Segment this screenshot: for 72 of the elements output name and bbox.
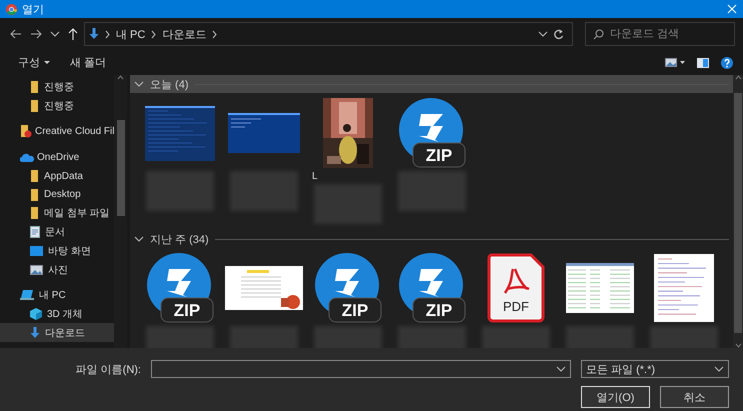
scroll-down-icon[interactable] xyxy=(734,343,742,348)
window-title: 열기 xyxy=(22,2,44,16)
view-options-icon[interactable] xyxy=(665,58,685,67)
cancel-button[interactable]: 취소 xyxy=(660,386,729,408)
back-arrow-icon[interactable] xyxy=(10,29,22,39)
file-name-field[interactable] xyxy=(151,360,571,378)
collapse-icon[interactable] xyxy=(134,236,144,242)
chevron-icon xyxy=(150,30,158,38)
open-button[interactable]: 열기(O) xyxy=(581,386,650,408)
cloud-icon xyxy=(20,152,34,162)
sidebar-item[interactable]: 3D 개체 xyxy=(0,304,114,324)
document-thumbnail xyxy=(654,254,714,322)
refresh-icon[interactable] xyxy=(553,28,564,40)
sidebar-item[interactable]: 메일 첨부 파일 xyxy=(0,204,114,223)
organize-menu[interactable]: 구성 xyxy=(18,55,50,70)
group-header[interactable]: 지난 주 (34) xyxy=(130,230,733,248)
sidebar-item[interactable]: 문서 xyxy=(0,222,114,242)
breadcrumb[interactable]: 다운로드 xyxy=(162,26,206,42)
scrollbar-thumb[interactable] xyxy=(734,92,742,332)
dropdown-icon[interactable] xyxy=(556,366,566,373)
folder-icon xyxy=(30,188,39,201)
folder-icon xyxy=(30,207,39,220)
scroll-up-icon[interactable] xyxy=(734,75,742,80)
sidebar-item[interactable]: Desktop xyxy=(0,185,114,204)
search-field[interactable]: 다운로드 검색 xyxy=(585,22,735,46)
scrollbar-thumb[interactable] xyxy=(116,120,124,216)
new-folder-button[interactable]: 새 폴더 xyxy=(70,55,106,70)
preview-pane-icon[interactable] xyxy=(697,58,709,68)
file-name-label: 파일 이름(N): xyxy=(76,362,141,376)
scroll-up-icon[interactable] xyxy=(117,75,124,80)
sidebar-item[interactable]: 진행중 xyxy=(0,96,114,116)
sidebar-item[interactable]: 내 PC xyxy=(0,286,114,305)
screenshot-thumbnail xyxy=(145,106,215,160)
file-name: L xyxy=(312,171,318,182)
pictures-icon xyxy=(30,264,43,275)
breadcrumb[interactable]: 내 PC xyxy=(116,26,146,42)
file-type-dropdown[interactable]: 모든 파일 (*.*) xyxy=(581,360,729,378)
desktop-icon xyxy=(30,246,43,256)
dropdown-icon[interactable] xyxy=(714,366,724,372)
dropdown-icon[interactable] xyxy=(538,30,548,38)
forward-arrow-icon[interactable] xyxy=(30,29,42,39)
sidebar-item[interactable]: 바탕 화면 xyxy=(0,242,114,260)
spreadsheet-thumbnail xyxy=(566,263,634,313)
download-icon xyxy=(89,28,99,40)
recent-locations-icon[interactable] xyxy=(50,30,60,38)
document-icon xyxy=(30,226,40,238)
folder-icon xyxy=(30,81,39,94)
help-icon[interactable] xyxy=(721,56,733,68)
cube-icon xyxy=(30,308,42,320)
folder-icon xyxy=(20,125,32,138)
sidebar-item[interactable]: 다운로드 xyxy=(0,323,114,342)
search-icon xyxy=(593,29,604,40)
screenshot-thumbnail xyxy=(228,113,300,153)
chevron-icon xyxy=(211,30,218,38)
up-arrow-icon[interactable] xyxy=(68,28,78,40)
address-bar[interactable]: 내 PC 다운로드 xyxy=(84,22,573,46)
folder-icon xyxy=(30,100,39,112)
computer-icon xyxy=(20,290,36,301)
close-icon[interactable] xyxy=(727,4,737,14)
group-header[interactable]: 오늘 (4) xyxy=(130,75,733,93)
sidebar-item[interactable]: 진행중 xyxy=(0,78,114,97)
browser-icon xyxy=(6,4,17,14)
folder-icon xyxy=(30,170,39,182)
caret-icon xyxy=(44,60,50,64)
sidebar-item[interactable]: 사진 xyxy=(0,260,114,279)
collapse-icon[interactable] xyxy=(134,80,144,88)
sidebar-item[interactable]: OneDrive xyxy=(0,148,114,167)
sidebar-item[interactable]: Creative Cloud Fil xyxy=(0,122,114,142)
download-icon xyxy=(30,326,40,339)
chevron-icon xyxy=(104,30,111,38)
pdf-file-icon: PDF xyxy=(487,253,545,323)
sidebar-item[interactable]: AppData xyxy=(0,166,114,186)
